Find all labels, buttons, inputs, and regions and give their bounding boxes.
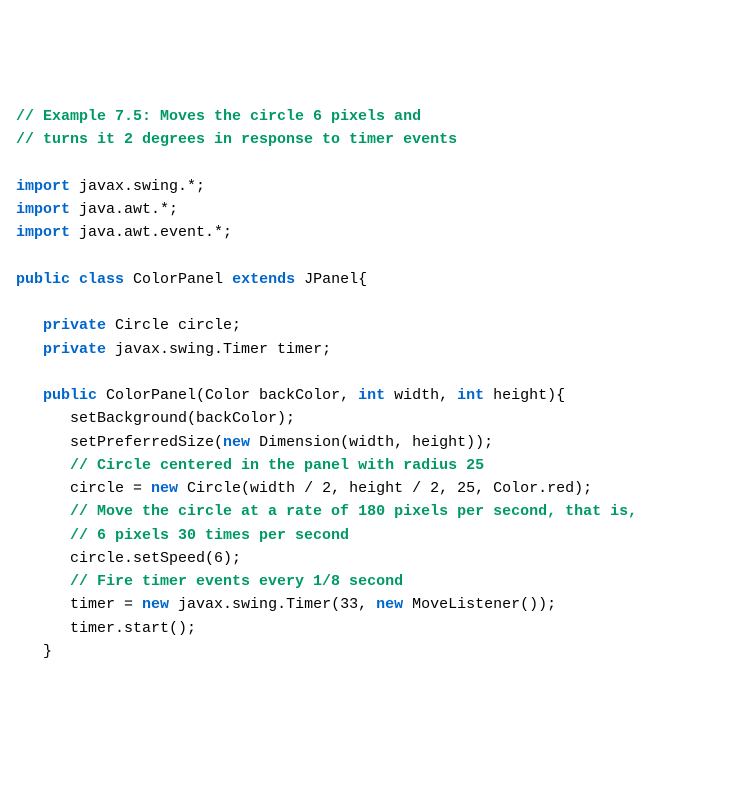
code-keyword: import [16,224,70,241]
code-keyword: extends [232,271,295,288]
code-text [16,317,43,334]
code-text: java.awt.event.*; [70,224,232,241]
code-line: public ColorPanel(Color backColor, int w… [16,384,736,407]
code-text: circle = [16,480,151,497]
code-text: timer.start(); [16,620,196,637]
code-keyword: int [358,387,385,404]
code-text: height){ [484,387,565,404]
code-text: Circle circle; [106,317,241,334]
code-line: import java.awt.event.*; [16,221,736,244]
code-line: timer = new javax.swing.Timer(33, new Mo… [16,593,736,616]
code-text: javax.swing.Timer timer; [106,341,331,358]
code-line: timer.start(); [16,617,736,640]
code-keyword: public [43,387,97,404]
code-text [16,387,43,404]
code-keyword: public class [16,271,124,288]
code-line: public class ColorPanel extends JPanel{ [16,268,736,291]
code-line [16,361,736,384]
code-keyword: new [142,596,169,613]
code-line: // Move the circle at a rate of 180 pixe… [16,500,736,523]
code-line: setBackground(backColor); [16,407,736,430]
code-keyword: int [457,387,484,404]
code-line: setPreferredSize(new Dimension(width, he… [16,431,736,454]
code-text [16,527,70,544]
code-block: // Example 7.5: Moves the circle 6 pixel… [16,105,736,663]
code-text: MoveListener()); [403,596,556,613]
code-keyword: private [43,341,106,358]
code-line [16,152,736,175]
code-text: java.awt.*; [70,201,178,218]
code-line: // 6 pixels 30 times per second [16,524,736,547]
code-line: // turns it 2 degrees in response to tim… [16,128,736,151]
code-line: private Circle circle; [16,314,736,337]
code-keyword: import [16,201,70,218]
code-line [16,291,736,314]
code-keyword: private [43,317,106,334]
code-comment: // Circle centered in the panel with rad… [70,457,484,474]
code-text: circle.setSpeed(6); [16,550,241,567]
code-comment: // Move the circle at a rate of 180 pixe… [70,503,637,520]
code-text: javax.swing.Timer(33, [169,596,376,613]
code-comment: // Fire timer events every 1/8 second [70,573,403,590]
code-text: ColorPanel [124,271,232,288]
code-keyword: import [16,178,70,195]
code-line: // Example 7.5: Moves the circle 6 pixel… [16,105,736,128]
code-line: circle = new Circle(width / 2, height / … [16,477,736,500]
code-text: } [16,643,52,660]
code-line: // Circle centered in the panel with rad… [16,454,736,477]
code-text [16,457,70,474]
code-line: circle.setSpeed(6); [16,547,736,570]
code-text: setBackground(backColor); [16,410,295,427]
code-line: import java.awt.*; [16,198,736,221]
code-text: setPreferredSize( [16,434,223,451]
code-line [16,245,736,268]
code-comment: // turns it 2 degrees in response to tim… [16,131,457,148]
code-keyword: new [151,480,178,497]
code-comment: // Example 7.5: Moves the circle 6 pixel… [16,108,421,125]
code-text: Circle(width / 2, height / 2, 25, Color.… [178,480,592,497]
code-text: Dimension(width, height)); [250,434,493,451]
code-comment: // 6 pixels 30 times per second [70,527,349,544]
code-keyword: new [376,596,403,613]
code-keyword: new [223,434,250,451]
code-text [16,573,70,590]
code-text [16,503,70,520]
code-line: // Fire timer events every 1/8 second [16,570,736,593]
code-text: ColorPanel(Color backColor, [97,387,358,404]
code-line: import javax.swing.*; [16,175,736,198]
code-text [16,341,43,358]
code-text: javax.swing.*; [70,178,205,195]
code-line: } [16,640,736,663]
code-text: width, [385,387,457,404]
code-text: timer = [16,596,142,613]
code-line: private javax.swing.Timer timer; [16,338,736,361]
code-text: JPanel{ [295,271,367,288]
